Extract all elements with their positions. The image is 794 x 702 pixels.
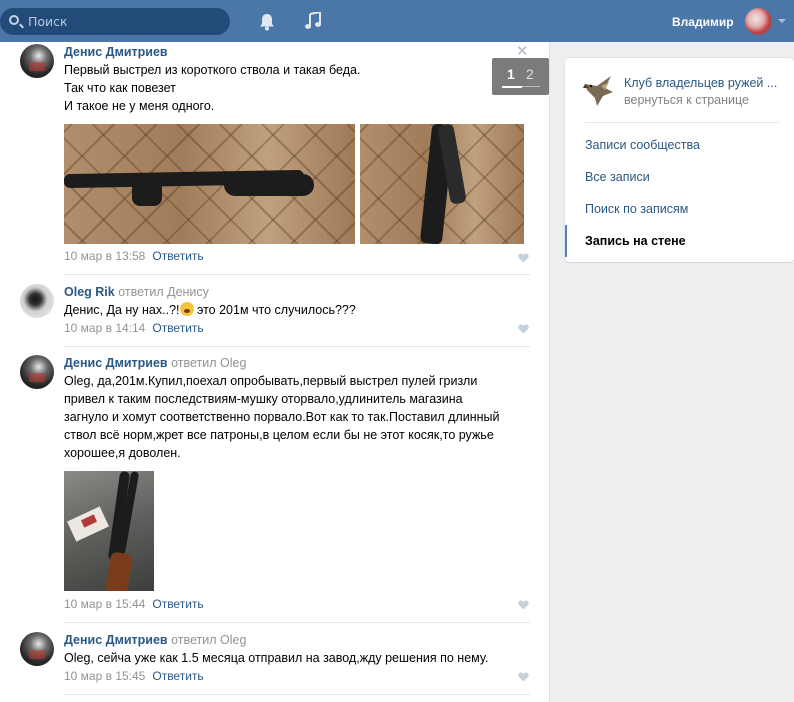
comment-author[interactable]: Денис Дмитриев xyxy=(64,356,168,370)
sidebar-item-wall-post[interactable]: Запись на стене xyxy=(585,234,686,248)
reply-target[interactable]: ответил Oleg xyxy=(171,633,246,647)
comment-line: привел к таким последствиям-мушку оторва… xyxy=(64,392,463,406)
attached-photo[interactable] xyxy=(360,124,524,244)
comment-line: И такое не у меня одного. xyxy=(64,99,215,113)
comment-line: Oleg, сейча уже как 1.5 месяца отправил … xyxy=(64,651,489,665)
user-name[interactable]: Владимир xyxy=(672,15,734,29)
comment-date[interactable]: 10 мар в 13:58 xyxy=(64,249,145,263)
reply-link[interactable]: Ответить xyxy=(152,597,203,611)
comment-text: Денис, Да ну нах..?! это 201м что случил… xyxy=(64,301,530,319)
comment-line: Денис, Да ну нах..?! xyxy=(64,303,180,317)
comment-line: загнуло и хомут соответственно порвало.В… xyxy=(64,410,500,424)
comment-header: Денис Дмитриев ответил Oleg xyxy=(64,355,530,371)
comment-meta: 10 мар в 15:44 Ответить xyxy=(64,597,204,611)
active-indicator xyxy=(565,225,567,257)
comment-line: это 201м что случилось??? xyxy=(193,303,356,317)
comment-text: Oleg, сейча уже как 1.5 месяца отправил … xyxy=(64,649,530,667)
comment-line: хорошее,я доволен. xyxy=(64,446,181,460)
page-indicator xyxy=(502,86,522,88)
divider xyxy=(64,346,530,347)
attached-photo[interactable] xyxy=(64,124,355,244)
comment-line: Первый выстрел из короткого ствола и так… xyxy=(64,63,361,77)
top-bar: Владимир xyxy=(0,0,794,42)
comment-date[interactable]: 10 мар в 15:45 xyxy=(64,669,145,683)
sidebar-item-community-posts[interactable]: Записи сообщества xyxy=(585,138,700,152)
comment-text: Oleg, да,201м.Купил,поехал опробывать,пе… xyxy=(64,372,530,462)
reply-link[interactable]: Ответить xyxy=(152,321,203,335)
user-avatar[interactable] xyxy=(745,8,772,35)
search-input[interactable] xyxy=(28,11,218,32)
comment-author[interactable]: Денис Дмитриев xyxy=(64,44,530,60)
comment-author[interactable]: Денис Дмитриев xyxy=(64,633,168,647)
reply-target[interactable]: ответил Oleg xyxy=(171,356,246,370)
comment-meta: 10 мар в 15:45 Ответить xyxy=(64,669,204,683)
back-link[interactable]: вернуться к странице xyxy=(624,93,749,107)
comment-header: Oleg Rik ответил Денису xyxy=(64,284,530,300)
comment-line: Oleg, да,201м.Купил,поехал опробывать,пе… xyxy=(64,374,478,388)
group-name[interactable]: Клуб владельцев ружей ... xyxy=(624,76,784,90)
comment-header: Денис Дмитриев ответил Oleg xyxy=(64,632,530,648)
comment-text: Первый выстрел из короткого ствола и так… xyxy=(64,61,530,115)
comment-date[interactable]: 10 мар в 14:14 xyxy=(64,321,145,335)
divider xyxy=(64,274,530,275)
chevron-down-icon[interactable] xyxy=(778,19,786,23)
comment-meta: 10 мар в 13:58 Ответить xyxy=(64,249,204,263)
music-icon[interactable] xyxy=(305,12,321,30)
comment-meta: 10 мар в 14:14 Ответить xyxy=(64,321,204,335)
divider xyxy=(585,122,779,123)
reply-link[interactable]: Ответить xyxy=(152,669,203,683)
divider xyxy=(64,694,530,695)
fearful-face-icon xyxy=(179,302,194,316)
avatar[interactable] xyxy=(20,44,54,78)
comment-date[interactable]: 10 мар в 15:44 xyxy=(64,597,145,611)
sidebar-item-search-posts[interactable]: Поиск по записям xyxy=(585,202,688,216)
like-icon[interactable] xyxy=(518,600,529,610)
bell-icon[interactable] xyxy=(259,13,275,31)
search-icon xyxy=(9,15,19,25)
woodcock-icon[interactable] xyxy=(583,72,615,108)
comment-line: Так что как повезет xyxy=(64,81,176,95)
divider xyxy=(64,622,530,623)
like-icon[interactable] xyxy=(518,253,529,263)
attached-photo[interactable] xyxy=(64,471,154,591)
page-track xyxy=(522,86,540,87)
community-sidebar: Клуб владельцев ружей ... вернуться к ст… xyxy=(565,58,794,262)
reply-target[interactable]: ответил Денису xyxy=(118,285,209,299)
page-1[interactable]: 1 xyxy=(507,66,515,82)
page-2[interactable]: 2 xyxy=(526,66,534,82)
search-box[interactable] xyxy=(0,8,230,35)
avatar[interactable] xyxy=(20,284,54,318)
reply-link[interactable]: Ответить xyxy=(152,249,203,263)
comment-author[interactable]: Oleg Rik xyxy=(64,285,115,299)
sidebar-item-all-posts[interactable]: Все записи xyxy=(585,170,650,184)
comment-line: ствол всё норм,жрет все патроны,в целом … xyxy=(64,428,494,442)
comments-feed: ✕ Денис Дмитриев Первый выстрел из корот… xyxy=(0,42,550,702)
like-icon[interactable] xyxy=(518,672,529,682)
avatar[interactable] xyxy=(20,355,54,389)
photo-pager[interactable]: 1 2 xyxy=(492,58,549,95)
avatar[interactable] xyxy=(20,632,54,666)
like-icon[interactable] xyxy=(518,324,529,334)
